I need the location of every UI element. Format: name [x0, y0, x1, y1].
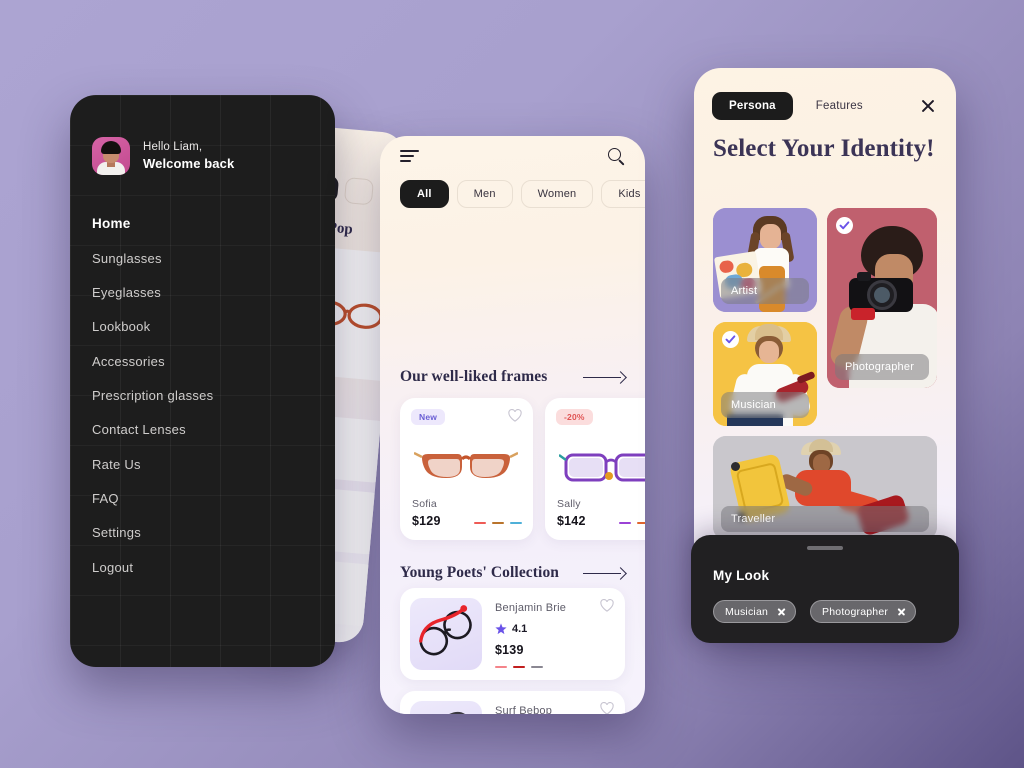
product-card[interactable]: -20% Sally $142	[545, 398, 645, 540]
remove-tag-icon[interactable]	[777, 607, 786, 616]
persona-card-label: Photographer	[835, 354, 929, 380]
drawer-item-accessories[interactable]: Accessories	[92, 345, 302, 379]
category-chip-row: AllMenWomenKidsNe	[400, 180, 645, 208]
persona-tab-row: Persona Features	[712, 92, 880, 120]
check-icon	[722, 331, 739, 348]
avatar	[92, 137, 130, 175]
look-tag-label: Photographer	[822, 605, 889, 618]
drawer-item-eyeglasses[interactable]: Eyeglasses	[92, 276, 302, 310]
tab-persona[interactable]: Persona	[712, 92, 793, 120]
drawer-item-lookbook[interactable]: Lookbook	[92, 310, 302, 344]
product-badge: New	[411, 409, 446, 425]
tilted-chip-next[interactable]	[343, 177, 374, 206]
persona-card-label: Artist	[721, 278, 809, 304]
persona-card-traveller[interactable]: Traveller	[713, 436, 937, 540]
heart-icon[interactable]	[600, 701, 614, 714]
section-title: Young Poets' Collection	[400, 564, 560, 581]
product-name: Sally	[557, 498, 581, 510]
hamburger-menu-icon[interactable]	[400, 150, 419, 163]
drawer-item-rate-us[interactable]: Rate Us	[92, 448, 302, 482]
drawer-menu-list: Home Sunglasses Eyeglasses Lookbook Accessor…	[92, 207, 302, 585]
category-chip-kids[interactable]: Kids	[601, 180, 645, 208]
close-icon[interactable]	[920, 98, 936, 114]
section-header-collection: Young Poets' Collection	[400, 564, 625, 582]
product-name: Surf Bebop	[495, 705, 553, 714]
persona-card-musician[interactable]: Musician	[713, 322, 817, 426]
greeting-welcome: Welcome back	[143, 156, 235, 172]
product-badge: -20%	[556, 409, 593, 425]
product-price: $139	[495, 643, 524, 657]
drawer-item-prescription-glasses[interactable]: Prescription glasses	[92, 379, 302, 413]
profile-row[interactable]: Hello Liam, Welcome back	[92, 137, 234, 175]
drawer-item-faq[interactable]: FAQ	[92, 482, 302, 516]
persona-card-label: Traveller	[721, 506, 929, 532]
my-look-bottom-sheet: My Look Musician Photographer	[691, 535, 959, 643]
persona-card-artist[interactable]: Artist	[713, 208, 817, 312]
section-header-featured: Our well-liked frames	[400, 368, 625, 386]
drawer-item-sunglasses[interactable]: Sunglasses	[92, 242, 302, 276]
collection-list-item[interactable]: Surf Bebop3.9$189	[400, 691, 625, 714]
product-thumbnail	[410, 701, 482, 714]
heart-icon[interactable]	[600, 598, 614, 612]
heart-icon[interactable]	[508, 408, 522, 422]
drawer-item-logout[interactable]: Logout	[92, 551, 302, 585]
collection-list-item[interactable]: Benjamin Brie 4.1 $139	[400, 588, 625, 680]
persona-card-photographer[interactable]: Photographer	[827, 208, 937, 388]
color-swatches[interactable]	[474, 521, 522, 524]
tab-features[interactable]: Features	[799, 92, 880, 120]
collection-list: Benjamin Brie4.1$139Surf Bebop3.9$189Dun…	[400, 588, 625, 714]
storefront-phone: AllMenWomenKidsNe Our well-liked frames …	[380, 136, 645, 714]
store-topbar	[380, 136, 645, 170]
product-card[interactable]: New Sofia $129	[400, 398, 533, 540]
drawer-item-home[interactable]: Home	[92, 207, 302, 242]
color-swatches[interactable]	[495, 665, 543, 668]
category-chip-men[interactable]: Men	[456, 180, 513, 208]
look-tag-label: Musician	[725, 605, 769, 618]
section-title: Our well-liked frames	[400, 368, 548, 385]
product-name: Benjamin Brie	[495, 602, 567, 614]
page-title: Select Your Identity!	[713, 135, 935, 162]
arrow-right-icon[interactable]	[583, 371, 625, 383]
product-price: $129	[412, 514, 441, 528]
arrow-right-icon[interactable]	[583, 567, 625, 579]
navigation-drawer-phone: Hello Liam, Welcome back Home Sunglasses E…	[70, 95, 335, 667]
product-rating: 4.1	[495, 623, 527, 635]
featured-products-row: New Sofia $129 -20% Sally $142	[400, 398, 645, 540]
sheet-drag-handle[interactable]	[807, 546, 843, 550]
persona-card-label: Musician	[721, 392, 809, 418]
product-name: Sofia	[412, 498, 437, 510]
selected-persona-tags: Musician Photographer	[713, 600, 917, 623]
remove-tag-icon[interactable]	[897, 607, 906, 616]
greeting-name: Hello Liam,	[143, 140, 203, 153]
product-price: $142	[557, 514, 586, 528]
check-icon	[836, 217, 853, 234]
look-tag-musician[interactable]: Musician	[713, 600, 797, 623]
color-swatches[interactable]	[619, 521, 645, 524]
drawer-item-contact-lenses[interactable]: Contact Lenses	[92, 413, 302, 447]
look-tag-photographer[interactable]: Photographer	[810, 600, 917, 623]
category-chip-all[interactable]: All	[400, 180, 449, 208]
drawer-item-settings[interactable]: Settings	[92, 516, 302, 550]
sheet-title: My Look	[713, 568, 770, 583]
search-icon[interactable]	[608, 148, 625, 166]
category-chip-women[interactable]: Women	[520, 180, 594, 208]
product-thumbnail	[410, 598, 482, 670]
